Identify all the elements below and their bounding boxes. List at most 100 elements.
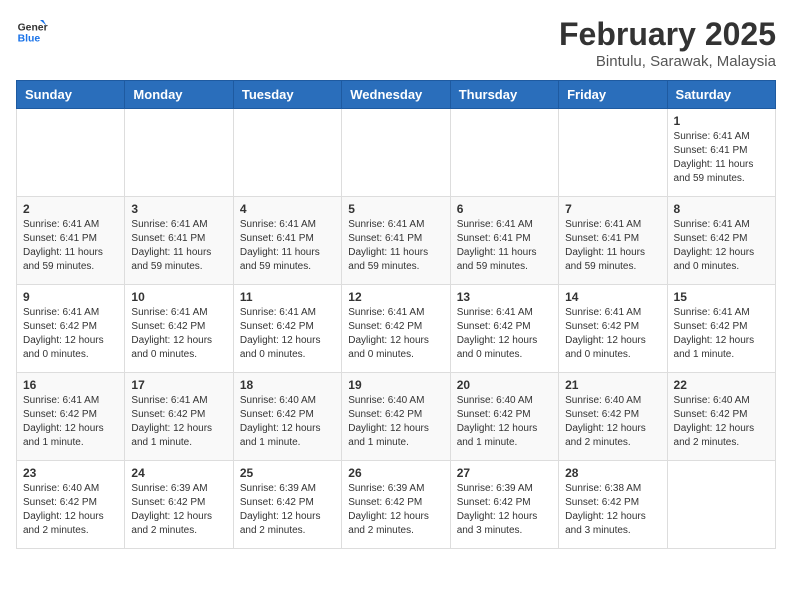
week-row-0: 1 Sunrise: 6:41 AM Sunset: 6:41 PM Daylig… xyxy=(17,109,776,197)
day-info: Sunrise: 6:39 AM Sunset: 6:42 PM Dayligh… xyxy=(457,482,552,538)
day-cell-3-5: 21 Sunrise: 6:40 AM Sunset: 6:42 PM Dayli… xyxy=(559,373,667,461)
day-cell-1-1: 3 Sunrise: 6:41 AM Sunset: 6:41 PM Daylig… xyxy=(125,197,233,285)
day-info: Sunrise: 6:40 AM Sunset: 6:42 PM Dayligh… xyxy=(565,394,660,450)
day-number: 11 xyxy=(240,290,335,304)
day-cell-1-5: 7Sunrise: 6:41 AM Sunset: 6:41 PM Daylig… xyxy=(559,197,667,285)
day-cell-4-0: 23 Sunrise: 6:40 AM Sunset: 6:42 PM Dayli… xyxy=(17,461,125,549)
day-cell-0-4 xyxy=(450,109,558,197)
day-cell-4-4: 27 Sunrise: 6:39 AM Sunset: 6:42 PM Dayli… xyxy=(450,461,558,549)
day-cell-3-0: 16 Sunrise: 6:41 AM Sunset: 6:42 PM Dayli… xyxy=(17,373,125,461)
day-number: 6 xyxy=(457,202,552,216)
day-number: 28 xyxy=(565,466,660,480)
day-cell-0-2 xyxy=(233,109,341,197)
day-cell-1-0: 2Sunrise: 6:41 AM Sunset: 6:41 PM Daylig… xyxy=(17,197,125,285)
col-saturday: Saturday xyxy=(667,81,775,109)
day-cell-2-2: 11 Sunrise: 6:41 AM Sunset: 6:42 PM Dayli… xyxy=(233,285,341,373)
day-number: 18 xyxy=(240,378,335,392)
day-cell-3-1: 17Sunrise: 6:41 AM Sunset: 6:42 PM Dayli… xyxy=(125,373,233,461)
day-info: Sunrise: 6:41 AM Sunset: 6:41 PM Dayligh… xyxy=(674,130,769,186)
day-info: Sunrise: 6:38 AM Sunset: 6:42 PM Dayligh… xyxy=(565,482,660,538)
day-cell-0-1 xyxy=(125,109,233,197)
svg-text:General: General xyxy=(18,22,48,33)
day-number: 5 xyxy=(348,202,443,216)
week-row-3: 16 Sunrise: 6:41 AM Sunset: 6:42 PM Dayli… xyxy=(17,373,776,461)
day-number: 16 xyxy=(23,378,118,392)
day-info: Sunrise: 6:41 AM Sunset: 6:42 PM Dayligh… xyxy=(674,306,769,362)
day-number: 24 xyxy=(131,466,226,480)
day-number: 25 xyxy=(240,466,335,480)
calendar-subtitle: Bintulu, Sarawak, Malaysia xyxy=(559,53,776,70)
day-number: 22 xyxy=(674,378,769,392)
calendar-table: Sunday Monday Tuesday Wednesday Thursday… xyxy=(16,80,776,549)
day-info: Sunrise: 6:41 AM Sunset: 6:42 PM Dayligh… xyxy=(240,306,335,362)
week-row-1: 2Sunrise: 6:41 AM Sunset: 6:41 PM Daylig… xyxy=(17,197,776,285)
day-number: 4 xyxy=(240,202,335,216)
day-cell-2-1: 10 Sunrise: 6:41 AM Sunset: 6:42 PM Dayli… xyxy=(125,285,233,373)
day-number: 3 xyxy=(131,202,226,216)
day-number: 1 xyxy=(674,114,769,128)
day-info: Sunrise: 6:41 AM Sunset: 6:42 PM Dayligh… xyxy=(674,218,769,274)
day-number: 26 xyxy=(348,466,443,480)
col-sunday: Sunday xyxy=(17,81,125,109)
day-cell-0-5 xyxy=(559,109,667,197)
logo-icon: General Blue xyxy=(16,16,48,48)
week-row-2: 9Sunrise: 6:41 AM Sunset: 6:42 PM Daylig… xyxy=(17,285,776,373)
day-cell-2-6: 15 Sunrise: 6:41 AM Sunset: 6:42 PM Dayli… xyxy=(667,285,775,373)
day-info: Sunrise: 6:41 AM Sunset: 6:41 PM Dayligh… xyxy=(457,218,552,274)
week-row-4: 23 Sunrise: 6:40 AM Sunset: 6:42 PM Dayli… xyxy=(17,461,776,549)
day-info: Sunrise: 6:41 AM Sunset: 6:41 PM Dayligh… xyxy=(131,218,226,274)
day-number: 15 xyxy=(674,290,769,304)
day-info: Sunrise: 6:41 AM Sunset: 6:42 PM Dayligh… xyxy=(23,306,118,362)
day-cell-1-3: 5 Sunrise: 6:41 AM Sunset: 6:41 PM Daylig… xyxy=(342,197,450,285)
day-info: Sunrise: 6:41 AM Sunset: 6:41 PM Dayligh… xyxy=(348,218,443,274)
col-tuesday: Tuesday xyxy=(233,81,341,109)
header: General Blue February 2025 Bintulu, Sara… xyxy=(16,16,776,70)
day-cell-1-4: 6 Sunrise: 6:41 AM Sunset: 6:41 PM Daylig… xyxy=(450,197,558,285)
day-cell-3-3: 19 Sunrise: 6:40 AM Sunset: 6:42 PM Dayli… xyxy=(342,373,450,461)
day-number: 23 xyxy=(23,466,118,480)
day-cell-0-3 xyxy=(342,109,450,197)
calendar-header-row: Sunday Monday Tuesday Wednesday Thursday… xyxy=(17,81,776,109)
day-number: 20 xyxy=(457,378,552,392)
day-info: Sunrise: 6:41 AM Sunset: 6:42 PM Dayligh… xyxy=(457,306,552,362)
day-info: Sunrise: 6:41 AM Sunset: 6:41 PM Dayligh… xyxy=(23,218,118,274)
day-info: Sunrise: 6:41 AM Sunset: 6:42 PM Dayligh… xyxy=(348,306,443,362)
day-number: 10 xyxy=(131,290,226,304)
col-wednesday: Wednesday xyxy=(342,81,450,109)
day-cell-2-5: 14Sunrise: 6:41 AM Sunset: 6:42 PM Dayli… xyxy=(559,285,667,373)
col-thursday: Thursday xyxy=(450,81,558,109)
day-cell-2-0: 9Sunrise: 6:41 AM Sunset: 6:42 PM Daylig… xyxy=(17,285,125,373)
day-cell-3-2: 18 Sunrise: 6:40 AM Sunset: 6:42 PM Dayli… xyxy=(233,373,341,461)
calendar-title: February 2025 xyxy=(559,16,776,53)
day-number: 21 xyxy=(565,378,660,392)
day-info: Sunrise: 6:39 AM Sunset: 6:42 PM Dayligh… xyxy=(348,482,443,538)
day-info: Sunrise: 6:41 AM Sunset: 6:42 PM Dayligh… xyxy=(131,306,226,362)
day-number: 27 xyxy=(457,466,552,480)
day-info: Sunrise: 6:40 AM Sunset: 6:42 PM Dayligh… xyxy=(348,394,443,450)
day-info: Sunrise: 6:41 AM Sunset: 6:42 PM Dayligh… xyxy=(565,306,660,362)
day-cell-3-4: 20 Sunrise: 6:40 AM Sunset: 6:42 PM Dayli… xyxy=(450,373,558,461)
day-cell-4-6 xyxy=(667,461,775,549)
day-cell-3-6: 22Sunrise: 6:40 AM Sunset: 6:42 PM Dayli… xyxy=(667,373,775,461)
day-info: Sunrise: 6:40 AM Sunset: 6:42 PM Dayligh… xyxy=(457,394,552,450)
day-number: 12 xyxy=(348,290,443,304)
day-cell-1-2: 4Sunrise: 6:41 AM Sunset: 6:41 PM Daylig… xyxy=(233,197,341,285)
logo: General Blue xyxy=(16,16,48,48)
svg-text:Blue: Blue xyxy=(18,34,41,45)
day-info: Sunrise: 6:39 AM Sunset: 6:42 PM Dayligh… xyxy=(131,482,226,538)
day-cell-4-3: 26 Sunrise: 6:39 AM Sunset: 6:42 PM Dayli… xyxy=(342,461,450,549)
col-monday: Monday xyxy=(125,81,233,109)
day-cell-2-3: 12 Sunrise: 6:41 AM Sunset: 6:42 PM Dayli… xyxy=(342,285,450,373)
day-info: Sunrise: 6:40 AM Sunset: 6:42 PM Dayligh… xyxy=(23,482,118,538)
day-number: 13 xyxy=(457,290,552,304)
day-info: Sunrise: 6:41 AM Sunset: 6:41 PM Dayligh… xyxy=(565,218,660,274)
col-friday: Friday xyxy=(559,81,667,109)
day-info: Sunrise: 6:40 AM Sunset: 6:42 PM Dayligh… xyxy=(240,394,335,450)
day-cell-2-4: 13 Sunrise: 6:41 AM Sunset: 6:42 PM Dayli… xyxy=(450,285,558,373)
day-cell-4-2: 25Sunrise: 6:39 AM Sunset: 6:42 PM Dayli… xyxy=(233,461,341,549)
day-info: Sunrise: 6:41 AM Sunset: 6:42 PM Dayligh… xyxy=(23,394,118,450)
day-number: 17 xyxy=(131,378,226,392)
title-block: February 2025 Bintulu, Sarawak, Malaysia xyxy=(559,16,776,70)
day-cell-4-5: 28 Sunrise: 6:38 AM Sunset: 6:42 PM Dayli… xyxy=(559,461,667,549)
day-number: 19 xyxy=(348,378,443,392)
